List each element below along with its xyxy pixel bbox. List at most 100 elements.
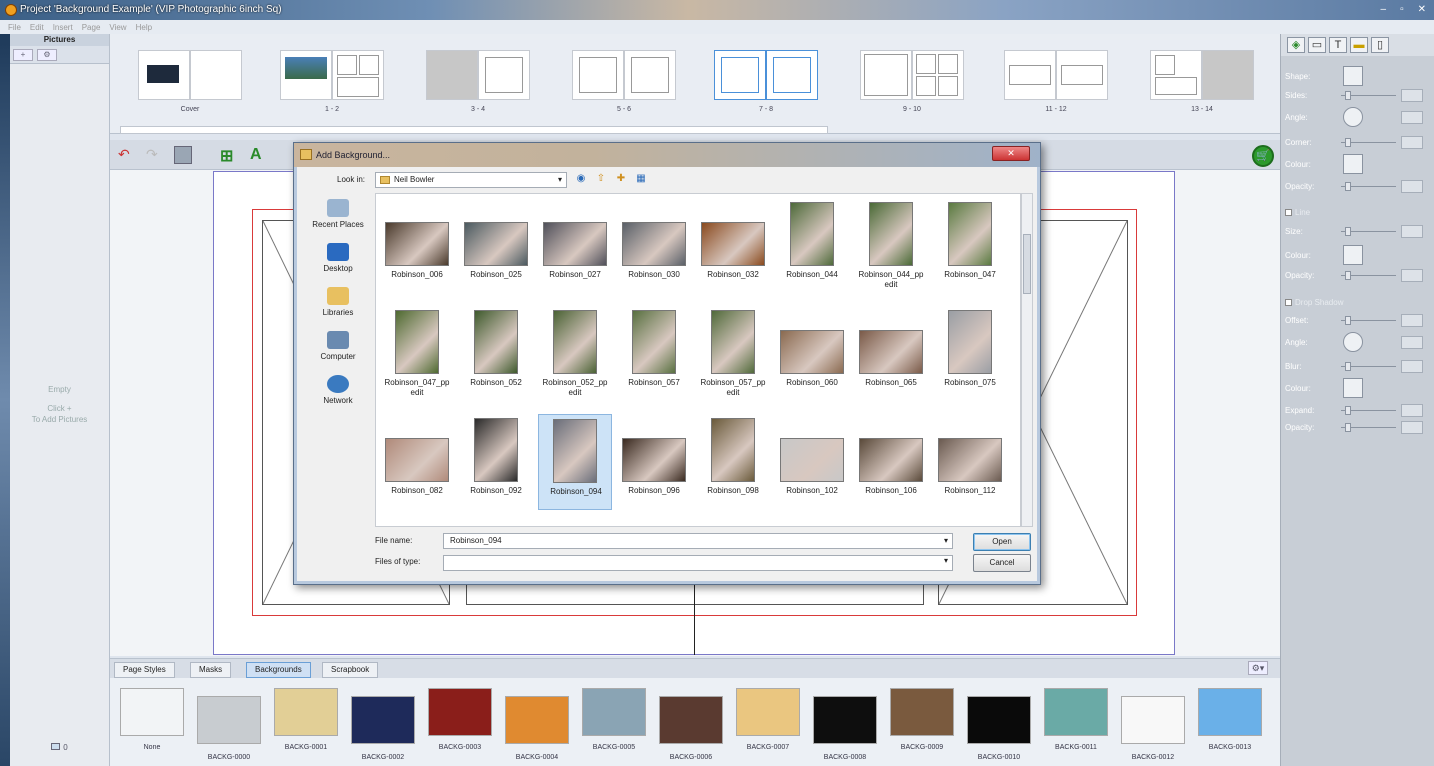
file-item[interactable]: Robinson_094 [538, 414, 612, 510]
line-opacity-field[interactable] [1401, 269, 1423, 282]
tab-backgrounds[interactable]: Backgrounds [246, 662, 311, 678]
tab-scrapbook[interactable]: Scrapbook [322, 662, 379, 678]
shape-properties-icon[interactable]: ◈ [1287, 37, 1305, 53]
file-item[interactable]: Robinson_025 [459, 198, 533, 294]
slider-knob[interactable] [1345, 182, 1351, 191]
cart-icon[interactable]: 🛒 [1252, 145, 1274, 167]
file-item[interactable]: Robinson_112 [933, 414, 1007, 510]
spread-scrollbar[interactable] [120, 126, 828, 134]
background-thumbnail[interactable] [274, 688, 338, 736]
dialog-close-button[interactable]: ✕ [992, 146, 1030, 161]
expand-field[interactable] [1401, 404, 1423, 417]
undo-icon[interactable]: ↶ [118, 146, 136, 164]
place-desktop[interactable]: Desktop [303, 243, 373, 273]
line-colour-swatch[interactable] [1343, 245, 1363, 265]
file-item[interactable]: Robinson_075 [933, 306, 1007, 402]
spread-cover[interactable]: Cover [138, 50, 242, 113]
background-thumbnail[interactable] [505, 696, 569, 744]
save-icon[interactable] [174, 146, 192, 164]
place-network[interactable]: Network [303, 375, 373, 405]
colour-swatch[interactable] [1343, 154, 1363, 174]
line-section-header[interactable]: Line [1285, 208, 1310, 217]
view-menu-icon[interactable]: ▦ [635, 173, 647, 185]
page-properties-icon[interactable]: ▯ [1371, 37, 1389, 53]
menu-file[interactable]: File [8, 23, 21, 32]
background-thumbnail[interactable] [428, 688, 492, 736]
add-picture-frame-icon[interactable]: ⊞ [220, 146, 238, 165]
slider-knob[interactable] [1345, 423, 1351, 432]
angle-field[interactable] [1401, 111, 1423, 124]
shape-swatch[interactable] [1343, 66, 1363, 86]
file-item[interactable]: Robinson_044 [775, 198, 849, 294]
tab-page-styles[interactable]: Page Styles [114, 662, 175, 678]
add-picture-button[interactable]: + [13, 49, 33, 61]
file-item[interactable]: Robinson_052 [459, 306, 533, 402]
file-item[interactable]: Robinson_065 [854, 306, 928, 402]
close-window-button[interactable]: ✕ [1418, 4, 1426, 15]
look-in-select[interactable]: Neil Bowler ▾ [375, 172, 567, 188]
slider-knob[interactable] [1345, 227, 1351, 236]
tab-masks[interactable]: Masks [190, 662, 232, 678]
place-libraries[interactable]: Libraries [303, 287, 373, 317]
line-properties-icon[interactable]: ▬ [1350, 37, 1368, 53]
slider-knob[interactable] [1345, 91, 1351, 100]
background-thumbnail[interactable] [120, 688, 184, 736]
background-thumbnail[interactable] [351, 696, 415, 744]
file-item[interactable]: Robinson_030 [617, 198, 691, 294]
blur-field[interactable] [1401, 360, 1423, 373]
frame-properties-icon[interactable]: ▭ [1308, 37, 1326, 53]
file-item[interactable]: Robinson_047_pp edit [380, 306, 454, 402]
background-thumbnail[interactable] [1121, 696, 1185, 744]
shadow-angle-field[interactable] [1401, 336, 1423, 349]
background-thumbnail[interactable] [659, 696, 723, 744]
maximize-button[interactable]: ▫ [1400, 4, 1404, 15]
open-button[interactable]: Open [973, 533, 1031, 551]
file-item[interactable]: Robinson_060 [775, 306, 849, 402]
file-item[interactable]: Robinson_102 [775, 414, 849, 510]
file-item[interactable]: Robinson_057 [617, 306, 691, 402]
spread-13-14[interactable]: 13 - 14 [1150, 50, 1254, 113]
slider-knob[interactable] [1345, 138, 1351, 147]
place-recent-places[interactable]: Recent Places [303, 199, 373, 229]
text-properties-icon[interactable]: T [1329, 37, 1347, 53]
file-item[interactable]: Robinson_082 [380, 414, 454, 510]
background-thumbnail[interactable] [813, 696, 877, 744]
file-item[interactable]: Robinson_098 [696, 414, 770, 510]
shadow-offset-field[interactable] [1401, 314, 1423, 327]
back-icon[interactable]: ◉ [575, 173, 587, 185]
sides-field[interactable] [1401, 89, 1423, 102]
background-thumbnail[interactable] [1198, 688, 1262, 736]
menu-help[interactable]: Help [136, 23, 152, 32]
file-item[interactable]: Robinson_027 [538, 198, 612, 294]
shadow-section-header[interactable]: Drop Shadow [1285, 298, 1343, 307]
new-folder-icon[interactable]: ✚ [615, 173, 627, 185]
slider-knob[interactable] [1345, 362, 1351, 371]
slider-knob[interactable] [1345, 271, 1351, 280]
place-computer[interactable]: Computer [303, 331, 373, 361]
chevron-down-icon[interactable]: ▾ [944, 534, 948, 548]
spread-1-2[interactable]: 1 - 2 [280, 50, 384, 113]
line-checkbox[interactable] [1285, 209, 1292, 216]
spread-7-8[interactable]: 7 - 8 [714, 50, 818, 113]
background-thumbnail[interactable] [736, 688, 800, 736]
shadow-angle-dial[interactable] [1343, 332, 1363, 352]
background-thumbnail[interactable] [890, 688, 954, 736]
background-thumbnail[interactable] [967, 696, 1031, 744]
chevron-down-icon[interactable]: ▾ [944, 556, 948, 565]
background-thumbnail[interactable] [1044, 688, 1108, 736]
file-item[interactable]: Robinson_057_pp edit [696, 306, 770, 402]
background-thumbnail[interactable] [197, 696, 261, 744]
file-item[interactable]: Robinson_047 [933, 198, 1007, 294]
file-item[interactable]: Robinson_052_pp edit [538, 306, 612, 402]
file-list-scrollbar[interactable] [1021, 193, 1033, 527]
file-item[interactable]: Robinson_092 [459, 414, 533, 510]
pictures-settings-button[interactable]: ⚙ [37, 49, 57, 61]
shadow-checkbox[interactable] [1285, 299, 1292, 306]
file-type-select[interactable]: ▾ [443, 555, 953, 571]
file-item[interactable]: Robinson_032 [696, 198, 770, 294]
angle-dial[interactable] [1343, 107, 1363, 127]
redo-icon[interactable]: ↷ [146, 146, 164, 164]
slider-knob[interactable] [1345, 316, 1351, 325]
spread-9-10[interactable]: 9 - 10 [860, 50, 964, 113]
background-thumbnail[interactable] [582, 688, 646, 736]
